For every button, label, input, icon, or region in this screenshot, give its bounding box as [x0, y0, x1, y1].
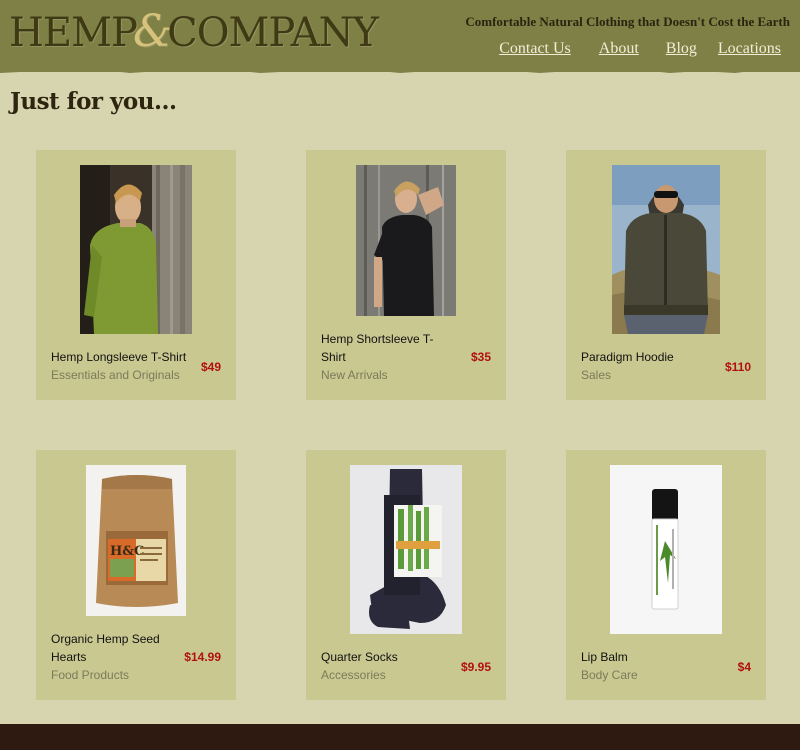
- product-name[interactable]: Paradigm Hoodie: [581, 348, 736, 366]
- svg-text:H&C: H&C: [110, 544, 144, 559]
- product-card-shortsleeve[interactable]: Hemp Shortsleeve T-Shirt New Arrivals $3…: [306, 150, 506, 400]
- header-torn-edge: [0, 66, 800, 73]
- product-card-socks[interactable]: Quarter Socks Accessories $9.95: [306, 450, 506, 700]
- product-card-seed-hearts[interactable]: H&C Organic Hemp Seed Hearts Food Produc…: [36, 450, 236, 700]
- nav-locations[interactable]: Locations: [718, 40, 781, 58]
- man-black-tshirt-photo[interactable]: [356, 165, 456, 316]
- site-header: HEMP&COMPANY Comfortable Natural Clothin…: [0, 0, 800, 72]
- product-category: New Arrivals: [321, 368, 388, 382]
- product-card-hoodie[interactable]: Paradigm Hoodie Sales $110: [566, 150, 766, 400]
- site-footer: [0, 724, 800, 750]
- man-hoodie-sunglasses-photo[interactable]: [612, 165, 720, 334]
- product-category: Food Products: [51, 668, 130, 682]
- product-category: Essentials and Originals: [51, 368, 180, 382]
- navy-socks-photo[interactable]: [350, 465, 462, 634]
- nav-blog[interactable]: Blog: [666, 40, 697, 58]
- logo-hemp: HEMP: [9, 10, 138, 56]
- lip-balm-tube-photo[interactable]: [610, 465, 722, 634]
- product-price: $35: [470, 350, 491, 364]
- product-price: $49: [200, 360, 221, 374]
- tagline: Comfortable Natural Clothing that Doesn'…: [465, 14, 790, 29]
- hemp-seed-pouch-photo[interactable]: H&C: [86, 465, 186, 616]
- product-card-lip-balm[interactable]: Lip Balm Body Care $4: [566, 450, 766, 700]
- logo-company: COMPANY: [167, 10, 379, 56]
- product-category: Body Care: [581, 668, 638, 682]
- product-name[interactable]: Hemp Shortsleeve T-Shirt: [321, 330, 451, 366]
- page-title: Just for you...: [10, 88, 177, 115]
- product-card-longsleeve[interactable]: Hemp Longsleeve T-Shirt Essentials and O…: [36, 150, 236, 400]
- nav-about[interactable]: About: [599, 40, 639, 58]
- man-green-longsleeve-photo[interactable]: [80, 165, 192, 334]
- product-category: Sales: [581, 368, 612, 382]
- product-price: $4: [737, 660, 751, 674]
- product-category: Accessories: [321, 668, 386, 682]
- product-name[interactable]: Hemp Longsleeve T-Shirt: [51, 348, 206, 366]
- product-price: $110: [724, 360, 751, 374]
- product-name[interactable]: Organic Hemp Seed Hearts: [51, 630, 181, 666]
- logo-ampersand: &: [132, 6, 172, 57]
- nav-contact-us[interactable]: Contact Us: [499, 40, 571, 58]
- product-name[interactable]: Lip Balm: [581, 648, 736, 666]
- product-name[interactable]: Quarter Socks: [321, 648, 476, 666]
- main-nav: Contact Us About Blog Locations: [499, 40, 781, 58]
- product-price: $9.95: [460, 660, 491, 674]
- brand-logo[interactable]: HEMP&COMPANY: [9, 10, 379, 56]
- product-price: $14.99: [184, 650, 221, 664]
